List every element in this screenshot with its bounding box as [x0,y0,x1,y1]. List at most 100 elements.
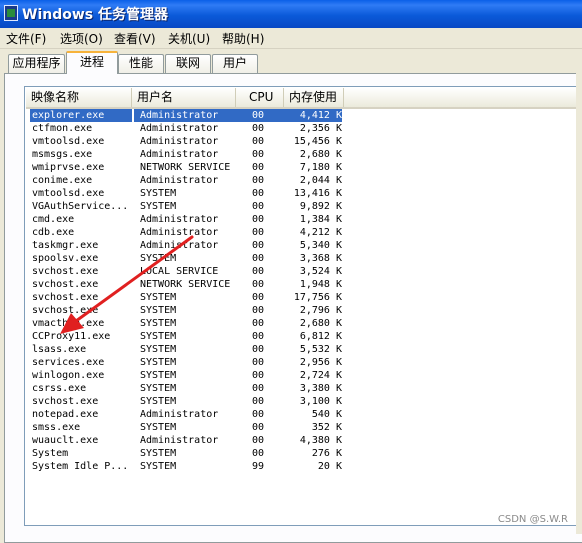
process-user: SYSTEM [140,292,177,303]
process-user: SYSTEM [140,253,177,264]
process-memory: 2,724 K [299,370,342,381]
process-row[interactable]: msmsgs.exe Administrator 00 2,680 K [26,148,582,161]
process-row[interactable]: winlogon.exe SYSTEM 00 2,724 K [26,369,582,382]
process-memory: 3,100 K [299,396,342,407]
process-name: wmiprvse.exe [32,162,105,173]
tab-applications[interactable]: 应用程序 [8,54,65,73]
menu-view[interactable]: 查看(V) [114,30,156,47]
process-row[interactable]: spoolsv.exe SYSTEM 00 3,368 K [26,252,582,265]
column-header-image-name[interactable]: 映像名称 [26,88,132,107]
process-cpu: 00 [252,279,265,290]
process-name: cmd.exe [32,214,75,225]
menu-options[interactable]: 选项(O) [60,30,103,47]
process-name: cdb.exe [32,227,75,238]
process-row[interactable]: svchost.exe LOCAL SERVICE 00 3,524 K [26,265,582,278]
process-row[interactable]: conime.exe Administrator 00 2,044 K [26,174,582,187]
process-user: SYSTEM [140,318,177,329]
tab-users[interactable]: 用户 [212,54,258,73]
process-memory: 2,956 K [299,357,342,368]
process-memory: 540 K [311,409,342,420]
column-header-cpu[interactable]: CPU [236,88,284,107]
window-title: Windows 任务管理器 [22,7,168,23]
process-row[interactable]: vmtoolsd.exe Administrator 00 15,456 K [26,135,582,148]
process-name: conime.exe [32,175,93,186]
tab-performance[interactable]: 性能 [118,54,164,73]
process-row[interactable]: svchost.exe SYSTEM 00 17,756 K [26,291,582,304]
process-cpu: 00 [252,149,265,160]
process-user: SYSTEM [140,305,177,316]
process-row[interactable]: taskmgr.exe Administrator 00 5,340 K [26,239,582,252]
process-cpu: 00 [252,448,265,459]
process-row[interactable]: services.exe SYSTEM 00 2,956 K [26,356,582,369]
process-row[interactable]: smss.exe SYSTEM 00 352 K [26,421,582,434]
process-user: Administrator [140,136,219,147]
process-name: explorer.exe [30,109,132,122]
process-cpu: 00 [252,422,265,433]
process-cpu: 00 [252,162,265,173]
process-user: Administrator [140,240,219,251]
process-user: Administrator [134,109,242,122]
process-user: LOCAL SERVICE [140,266,219,277]
process-name: svchost.exe [32,396,99,407]
process-row[interactable]: svchost.exe NETWORK SERVICE 00 1,948 K [26,278,582,291]
tab-networking[interactable]: 联网 [165,54,211,73]
process-cpu: 00 [252,253,265,264]
process-row[interactable]: System SYSTEM 00 276 K [26,447,582,460]
process-user: Administrator [140,409,219,420]
process-row[interactable]: lsass.exe SYSTEM 00 5,532 K [26,343,582,356]
process-row[interactable]: CCProxy11.exe SYSTEM 00 6,812 K [26,330,582,343]
process-row[interactable]: cdb.exe Administrator 00 4,212 K [26,226,582,239]
process-row[interactable]: svchost.exe SYSTEM 00 2,796 K [26,304,582,317]
process-row[interactable]: VGAuthService... SYSTEM 00 9,892 K [26,200,582,213]
process-list[interactable]: 映像名称 用户名 CPU 内存使用 explorer.exe Administra… [24,86,582,526]
process-cpu: 00 [252,266,265,277]
process-memory: 20 K [317,461,342,472]
process-row[interactable]: vmacthlp.exe SYSTEM 00 2,680 K [26,317,582,330]
menu-help[interactable]: 帮助(H) [222,30,264,47]
process-row[interactable]: wmiprvse.exe NETWORK SERVICE 00 7,180 K [26,161,582,174]
menu-shutdown[interactable]: 关机(U) [168,30,210,47]
process-name: CCProxy11.exe [32,331,111,342]
process-cpu: 00 [252,396,265,407]
process-user: NETWORK SERVICE [140,279,231,290]
process-name: System [32,448,69,459]
process-name: svchost.exe [32,266,99,277]
process-row[interactable]: System Idle P... SYSTEM 99 20 K [26,460,582,473]
process-cpu: 00 [252,383,265,394]
window-edge [576,73,582,534]
process-cpu: 00 [252,136,265,147]
process-cpu: 00 [252,409,265,420]
task-manager-icon [4,5,18,21]
process-name: taskmgr.exe [32,240,99,251]
process-row[interactable]: svchost.exe SYSTEM 00 3,100 K [26,395,582,408]
process-row[interactable]: explorer.exe Administrator 00 4,412 K [26,109,582,122]
process-row[interactable]: vmtoolsd.exe SYSTEM 00 13,416 K [26,187,582,200]
menu-file[interactable]: 文件(F) [6,30,46,47]
process-memory: 13,416 K [293,188,342,199]
process-name: csrss.exe [32,383,87,394]
process-memory: 2,796 K [299,305,342,316]
process-user: SYSTEM [140,396,177,407]
tab-processes[interactable]: 进程 [66,51,118,74]
process-user: SYSTEM [140,344,177,355]
column-header-user-name[interactable]: 用户名 [132,88,236,107]
process-row[interactable]: ctfmon.exe Administrator 00 2,356 K [26,122,582,135]
process-cpu: 00 [236,109,282,122]
process-row[interactable]: cmd.exe Administrator 00 1,384 K [26,213,582,226]
process-name: ctfmon.exe [32,123,93,134]
process-name: winlogon.exe [32,370,105,381]
process-rows: explorer.exe Administrator 00 4,412 Kctfmon… [26,109,582,473]
process-memory: 4,412 K [282,109,342,122]
process-row[interactable]: csrss.exe SYSTEM 00 3,380 K [26,382,582,395]
title-bar[interactable]: Windows 任务管理器 [0,0,582,28]
process-row[interactable]: notepad.exe Administrator 00 540 K [26,408,582,421]
process-memory: 352 K [311,422,342,433]
process-name: notepad.exe [32,409,99,420]
process-cpu: 00 [252,188,265,199]
column-header-memory[interactable]: 内存使用 [284,88,344,107]
process-memory: 17,756 K [293,292,342,303]
process-name: svchost.exe [32,279,99,290]
process-memory: 1,384 K [299,214,342,225]
process-user: SYSTEM [140,422,177,433]
process-row[interactable]: wuauclt.exe Administrator 00 4,380 K [26,434,582,447]
